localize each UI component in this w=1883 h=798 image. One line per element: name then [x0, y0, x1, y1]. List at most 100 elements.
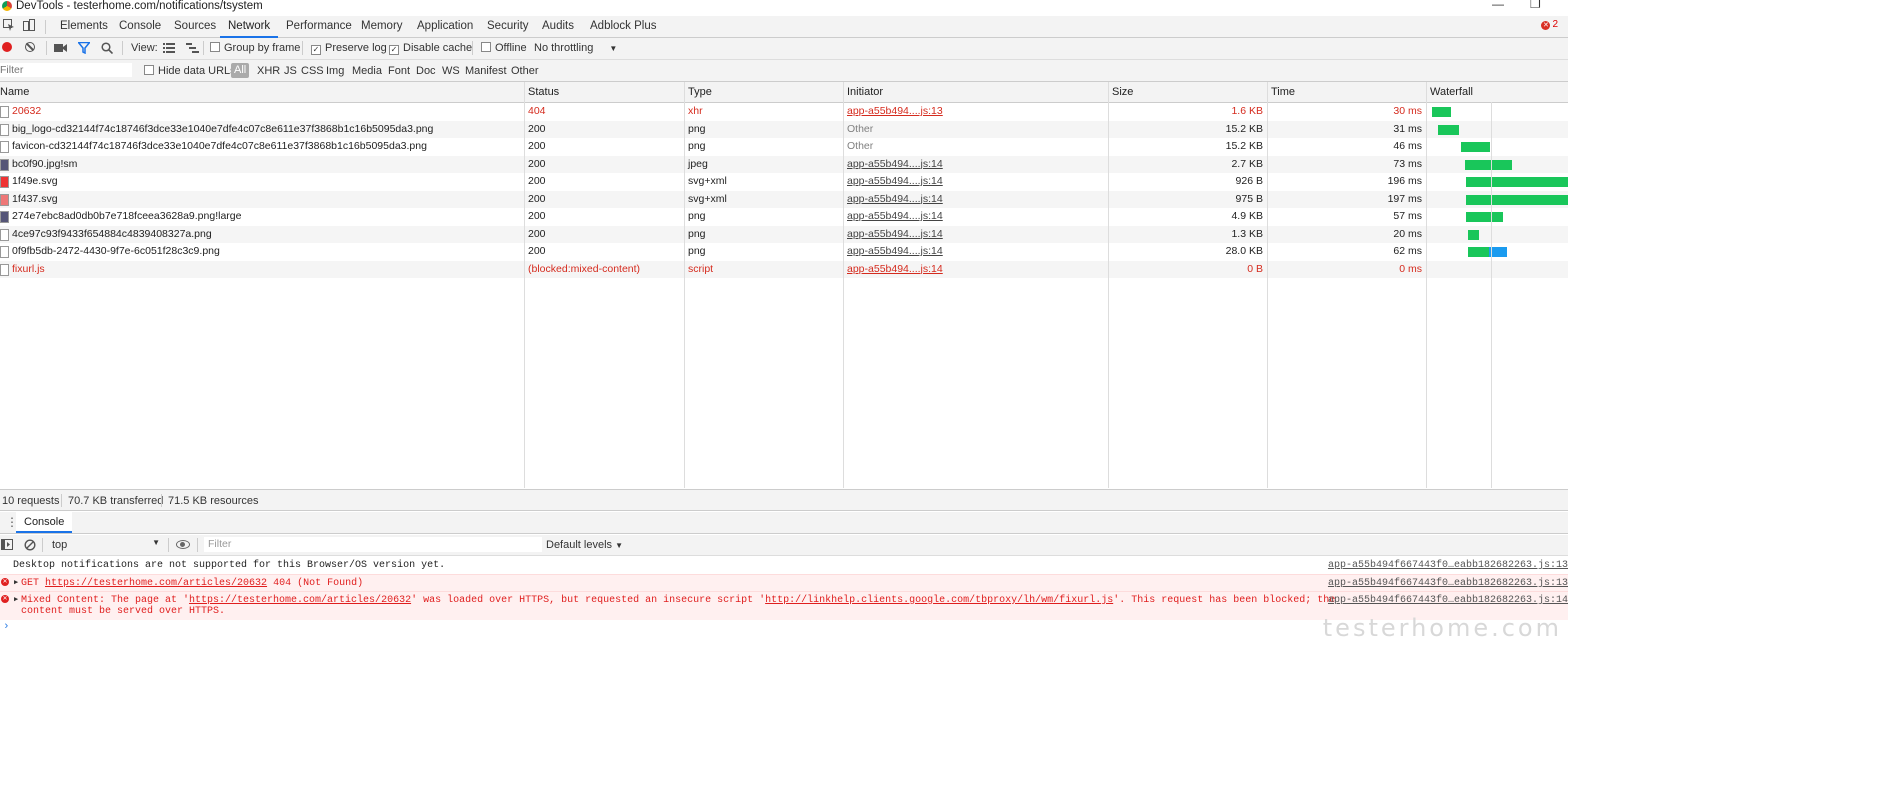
request-name[interactable]: bc0f90.jpg!sm: [12, 158, 77, 170]
large-request-rows-icon[interactable]: [163, 43, 175, 53]
request-status: 200: [528, 210, 546, 222]
drawer-tab-console[interactable]: Console: [16, 512, 73, 533]
request-initiator[interactable]: app-a55b494....js:14: [847, 158, 943, 170]
table-row[interactable]: 1f49e.svg 200 svg+xml app-a55b494....js:14 9…: [0, 173, 1568, 191]
request-initiator[interactable]: app-a55b494....js:14: [847, 263, 943, 275]
column-header-size[interactable]: Size: [1112, 86, 1133, 98]
table-row[interactable]: 4ce97c93f9433f654884c4839408327a.png 200 p…: [0, 225, 1568, 243]
tab-audits[interactable]: Audits: [542, 16, 574, 36]
console-filter-input[interactable]: Filter: [204, 537, 542, 552]
filter-type-doc[interactable]: Doc: [416, 65, 436, 77]
request-name[interactable]: 0f9fb5db-2472-4430-9f7e-6c051f28c3c9.png: [12, 245, 220, 257]
clear-console-icon[interactable]: [24, 539, 36, 551]
filter-type-xhr[interactable]: XHR: [257, 65, 280, 77]
column-header-waterfall[interactable]: Waterfall: [1430, 86, 1473, 98]
context-select[interactable]: top ▼: [48, 538, 160, 552]
capture-screenshots-icon[interactable]: [54, 43, 67, 53]
sidebar-toggle-icon[interactable]: [1, 539, 13, 550]
source-link[interactable]: app-a55b494f667443f0…eabb182682263.js:14: [1328, 595, 1568, 606]
filter-type-css[interactable]: CSS: [301, 65, 324, 77]
expand-triangle-icon[interactable]: ▶: [14, 578, 18, 587]
eye-icon[interactable]: [176, 540, 190, 549]
filter-type-other[interactable]: Other: [511, 65, 539, 77]
request-name[interactable]: 1f49e.svg: [12, 175, 58, 187]
preserve-log-checkbox[interactable]: ✓ Preserve log: [311, 42, 387, 55]
filter-type-ws[interactable]: WS: [442, 65, 460, 77]
column-header-type[interactable]: Type: [688, 86, 712, 98]
request-status: 200: [528, 192, 546, 205]
tab-elements[interactable]: Elements: [60, 16, 108, 36]
file-icon: [0, 106, 9, 118]
tab-adblock-plus[interactable]: Adblock Plus: [590, 16, 656, 36]
tab-sources[interactable]: Sources: [174, 16, 216, 36]
file-icon: [0, 228, 9, 241]
network-filter-input[interactable]: [0, 63, 132, 77]
request-name[interactable]: big_logo-cd32144f74c18746f3dce33e1040e7d…: [12, 123, 433, 135]
minimize-icon[interactable]: —: [1492, 0, 1504, 10]
clear-button[interactable]: [25, 42, 35, 52]
throttling-select[interactable]: No throttling ▼: [534, 42, 617, 54]
filter-type-js[interactable]: JS: [284, 65, 297, 77]
request-name[interactable]: fixurl.js: [12, 263, 45, 275]
console-prompt-icon[interactable]: ›: [3, 621, 10, 633]
column-header-time[interactable]: Time: [1271, 86, 1295, 98]
tab-console[interactable]: Console: [119, 16, 161, 36]
request-name[interactable]: 274e7ebc8ad0db0b7e718fceea3628a9.png!lar…: [12, 210, 241, 222]
request-size: 0 B: [1247, 262, 1263, 275]
device-toolbar-icon[interactable]: [23, 19, 35, 31]
search-icon[interactable]: [101, 42, 113, 54]
table-row[interactable]: bc0f90.jpg!sm 200 jpeg app-a55b494....js:14…: [0, 155, 1568, 173]
log-levels-select[interactable]: Default levels ▼: [546, 539, 623, 551]
request-initiator[interactable]: app-a55b494....js:13: [847, 105, 943, 117]
inspect-element-icon[interactable]: [3, 19, 15, 31]
show-overview-icon[interactable]: [186, 43, 199, 53]
tab-memory[interactable]: Memory: [361, 16, 403, 36]
request-type: png: [688, 122, 706, 135]
request-name[interactable]: 4ce97c93f9433f654884c4839408327a.png: [12, 228, 212, 240]
request-initiator[interactable]: app-a55b494....js:14: [847, 245, 943, 257]
filter-type-media[interactable]: Media: [352, 65, 382, 77]
page-url-link[interactable]: https://testerhome.com/articles/20632: [189, 595, 411, 606]
table-row[interactable]: 0f9fb5db-2472-4430-9f7e-6c051f28c3c9.png…: [0, 243, 1568, 261]
request-time: 30 ms: [1393, 105, 1422, 117]
error-count-badge[interactable]: ✕ 2: [1541, 19, 1558, 30]
table-row[interactable]: 1f437.svg 200 svg+xml app-a55b494....js:14 9…: [0, 190, 1568, 208]
table-row[interactable]: 20632 404 xhr app-a55b494....js:13 1.6 KB 30 …: [0, 103, 1568, 121]
column-header-initiator[interactable]: Initiator: [847, 86, 883, 98]
tab-application[interactable]: Application: [417, 16, 473, 36]
filter-type-font[interactable]: Font: [388, 65, 410, 77]
table-row[interactable]: favicon-cd32144f74c18746f3dce33e1040e7df…: [0, 138, 1568, 156]
filter-type-all[interactable]: All: [231, 63, 250, 78]
request-time: 197 ms: [1387, 192, 1422, 205]
column-header-name[interactable]: Name: [0, 86, 29, 98]
hide-data-urls-checkbox[interactable]: Hide data URLs: [144, 65, 236, 77]
request-initiator[interactable]: app-a55b494....js:14: [847, 210, 943, 222]
request-initiator[interactable]: app-a55b494....js:14: [847, 175, 943, 187]
error-url-link[interactable]: https://testerhome.com/articles/20632: [45, 578, 267, 589]
disable-cache-checkbox[interactable]: ✓ Disable cache: [389, 42, 472, 55]
request-status: 200: [528, 175, 546, 187]
filter-type-manifest[interactable]: Manifest: [465, 65, 507, 77]
tab-security[interactable]: Security: [487, 16, 529, 36]
table-row[interactable]: fixurl.js (blocked:mixed-content) script ap…: [0, 260, 1568, 278]
expand-triangle-icon[interactable]: ▶: [14, 595, 18, 604]
filter-icon[interactable]: [78, 42, 90, 54]
filter-type-img[interactable]: Img: [326, 65, 344, 77]
column-header-status[interactable]: Status: [528, 86, 559, 98]
request-name[interactable]: 1f437.svg: [12, 193, 58, 205]
script-url-link[interactable]: http://linkhelp.clients.google.com/tbpro…: [765, 595, 1113, 606]
offline-checkbox[interactable]: Offline: [481, 42, 527, 54]
request-initiator[interactable]: app-a55b494....js:14: [847, 228, 943, 240]
tab-network[interactable]: Network: [220, 16, 279, 38]
source-link[interactable]: app-a55b494f667443f0…eabb182682263.js:13: [1328, 560, 1568, 571]
request-name[interactable]: 20632: [12, 105, 41, 117]
table-row[interactable]: big_logo-cd32144f74c18746f3dce33e1040e7d…: [0, 120, 1568, 138]
request-name[interactable]: favicon-cd32144f74c18746f3dce33e1040e7df…: [12, 140, 427, 152]
table-row[interactable]: 274e7ebc8ad0db0b7e718fceea3628a9.png!lar…: [0, 208, 1568, 226]
request-initiator[interactable]: app-a55b494....js:14: [847, 193, 943, 205]
group-by-frame-checkbox[interactable]: Group by frame: [210, 42, 300, 54]
record-button[interactable]: [2, 42, 12, 52]
source-link[interactable]: app-a55b494f667443f0…eabb182682263.js:13: [1328, 578, 1568, 589]
restore-icon[interactable]: ❐: [1530, 0, 1541, 10]
tab-performance[interactable]: Performance: [286, 16, 352, 36]
